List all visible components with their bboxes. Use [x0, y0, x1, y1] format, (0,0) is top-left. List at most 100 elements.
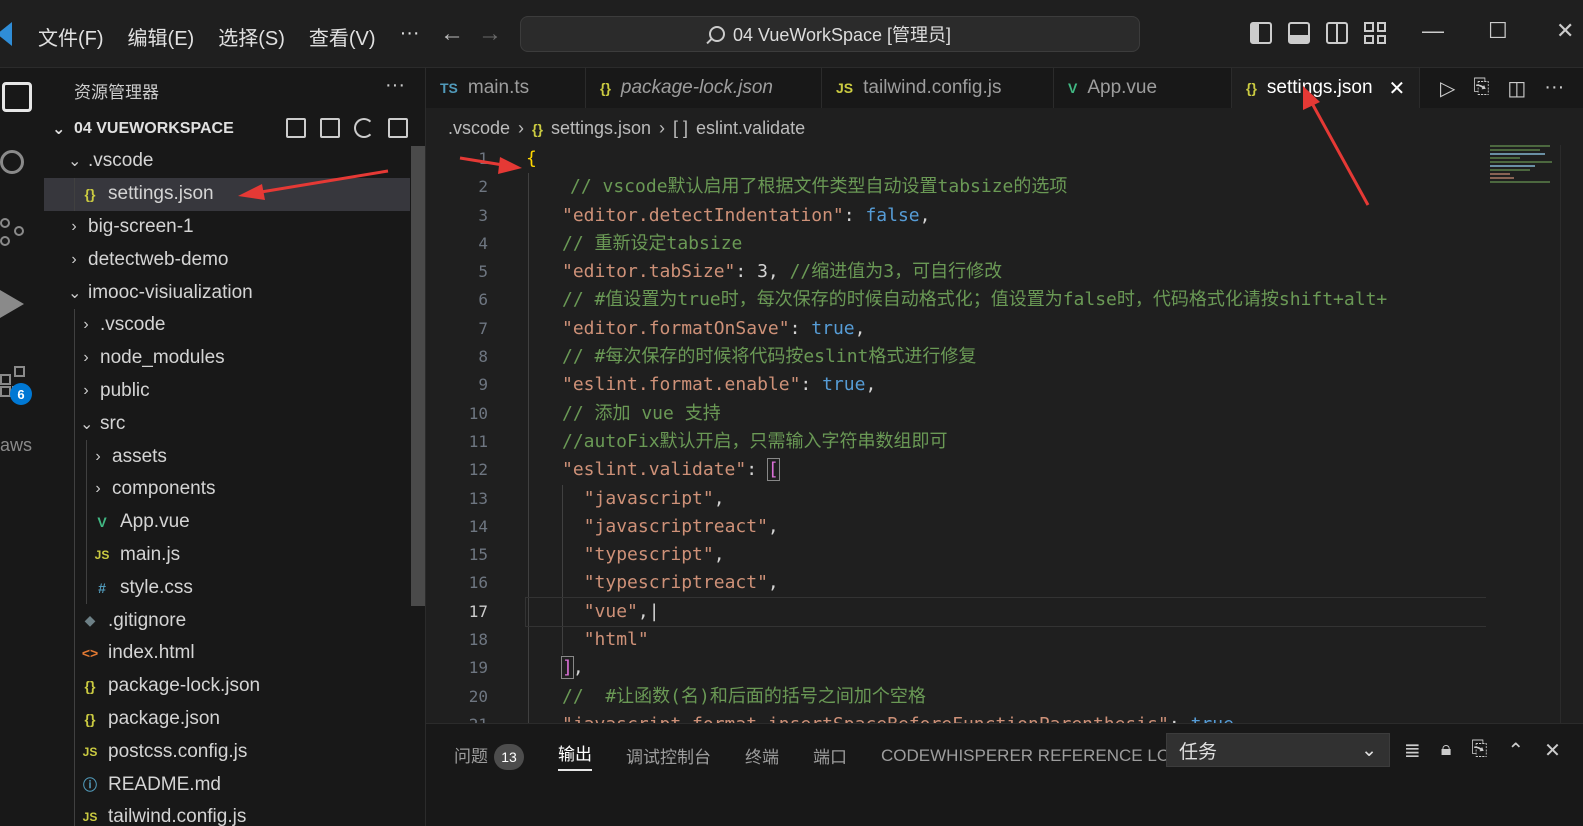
- tree-item[interactable]: › big-screen-1: [44, 211, 410, 244]
- tree-item[interactable]: {} package.json: [44, 702, 410, 736]
- open-changes-icon[interactable]: ⎘: [1473, 76, 1489, 101]
- close-window-button[interactable]: ✕: [1556, 18, 1574, 44]
- code-line[interactable]: "javascript",: [526, 485, 1486, 513]
- code-line[interactable]: // 重新设定tabsize: [526, 230, 1486, 258]
- new-folder-icon[interactable]: [320, 118, 340, 138]
- editor-tab[interactable]: TS main.ts: [426, 68, 586, 108]
- tab-terminal[interactable]: 终端: [745, 743, 779, 768]
- explorer-more-button[interactable]: ···: [385, 74, 405, 97]
- tab-codewhisperer-log[interactable]: CODEWHISPERER REFERENCE LOG: [881, 746, 1183, 766]
- code-line[interactable]: "javascriptreact",: [526, 513, 1486, 541]
- toggle-secondary-sidebar-icon[interactable]: [1326, 22, 1348, 44]
- editor-tab[interactable]: JS tailwind.config.js: [822, 68, 1054, 108]
- code-line[interactable]: "editor.formatOnSave": true,: [526, 315, 1486, 343]
- close-tab-icon[interactable]: ✕: [1389, 76, 1406, 101]
- tree-item[interactable]: ◆ .gitignore: [44, 604, 410, 637]
- tree-item[interactable]: JS tailwind.config.js: [44, 800, 410, 826]
- tab-problems[interactable]: 问题 13: [454, 742, 524, 770]
- tree-item[interactable]: <> index.html: [44, 636, 410, 670]
- tree-item[interactable]: {} settings.json: [44, 177, 410, 211]
- code-line[interactable]: "typescriptreact",: [526, 569, 1486, 597]
- command-center[interactable]: 04 VueWorkSpace [管理员]: [520, 16, 1140, 52]
- split-editor-icon[interactable]: ◫: [1507, 76, 1526, 101]
- collapse-all-icon[interactable]: [388, 118, 408, 138]
- more-actions-icon[interactable]: ···: [1544, 76, 1564, 101]
- tree-item[interactable]: › assets: [44, 440, 410, 473]
- code-line[interactable]: {: [526, 145, 1486, 173]
- files-icon[interactable]: [2, 82, 32, 112]
- code-line[interactable]: // 添加 vue 支持: [526, 400, 1486, 428]
- code-line[interactable]: // #让函数(名)和后面的括号之间加个空格: [526, 683, 1486, 711]
- menu-selection[interactable]: 选择(S): [218, 22, 285, 51]
- code-content[interactable]: {// vscode默认启用了根据文件类型自动设置tabsize的选项 "edit…: [525, 145, 1486, 723]
- clear-output-icon[interactable]: ≣: [1404, 738, 1421, 763]
- menu-file[interactable]: 文件(F): [38, 22, 104, 51]
- tree-item[interactable]: JS main.js: [44, 538, 410, 572]
- new-file-icon[interactable]: [286, 118, 306, 138]
- source-control-icon[interactable]: [0, 218, 30, 248]
- toggle-panel-icon[interactable]: [1288, 22, 1310, 44]
- minimize-button[interactable]: —: [1422, 18, 1444, 44]
- tree-item[interactable]: ⓘ README.md: [44, 768, 410, 801]
- code-line[interactable]: "typescript",: [526, 541, 1486, 569]
- close-panel-icon[interactable]: ✕: [1544, 738, 1561, 763]
- editor-tab[interactable]: {} settings.json ✕: [1232, 68, 1421, 108]
- tab-output[interactable]: 输出: [558, 740, 592, 771]
- tab-ports[interactable]: 端口: [813, 743, 847, 768]
- tree-item[interactable]: › .vscode: [44, 308, 410, 342]
- tree-item[interactable]: › node_modules: [44, 341, 410, 375]
- toggle-primary-sidebar-icon[interactable]: [1250, 22, 1272, 44]
- code-line[interactable]: "vue",|: [525, 596, 1486, 628]
- tree-item[interactable]: {} package-lock.json: [44, 669, 410, 703]
- open-in-editor-icon[interactable]: ⎘: [1471, 738, 1487, 763]
- tree-item[interactable]: › components: [44, 472, 410, 506]
- tab-debug-console[interactable]: 调试控制台: [626, 743, 711, 768]
- breadcrumb-folder[interactable]: .vscode: [448, 118, 510, 139]
- customize-layout-icon[interactable]: [1364, 22, 1386, 44]
- run-debug-icon[interactable]: [0, 290, 24, 318]
- arrow-left-icon[interactable]: ←: [440, 20, 464, 48]
- code-editor[interactable]: 123456789101112131415161718192021 {// vs…: [426, 145, 1486, 723]
- minimap[interactable]: [1490, 145, 1560, 205]
- run-icon[interactable]: ▷: [1440, 76, 1455, 101]
- code-line[interactable]: "editor.detectIndentation": false,: [526, 202, 1486, 230]
- tree-item-label: package.json: [108, 707, 220, 729]
- code-line[interactable]: "eslint.format.enable": true,: [526, 371, 1486, 399]
- refresh-icon[interactable]: [354, 118, 374, 138]
- editor-tab[interactable]: V App.vue: [1054, 68, 1232, 108]
- menu-edit[interactable]: 编辑(E): [128, 22, 195, 51]
- menu-more[interactable]: ···: [400, 22, 420, 51]
- tree-item[interactable]: V App.vue: [44, 505, 410, 539]
- menu-view[interactable]: 查看(V): [309, 22, 376, 51]
- arrow-right-icon[interactable]: →: [478, 20, 502, 48]
- aws-icon[interactable]: aws: [0, 435, 32, 456]
- code-line[interactable]: "html": [526, 626, 1486, 654]
- tree-item[interactable]: # style.css: [44, 571, 410, 605]
- code-line[interactable]: // #值设置为true时，每次保存的时候自动格式化；值设置为false时，代码…: [526, 286, 1486, 314]
- tree-indent-guide: [74, 472, 75, 506]
- code-line[interactable]: // vscode默认启用了根据文件类型自动设置tabsize的选项: [526, 173, 1486, 201]
- sidebar-scrollbar[interactable]: [411, 146, 425, 606]
- editor-tab[interactable]: {} package-lock.json: [586, 68, 822, 108]
- code-line[interactable]: "editor.tabSize": 3, //缩进值为3，可自行修改: [526, 258, 1486, 286]
- tree-item[interactable]: ⌄ src: [44, 407, 410, 441]
- maximize-panel-icon[interactable]: ⌃: [1507, 738, 1524, 763]
- code-token: [: [766, 458, 780, 482]
- code-line[interactable]: // #每次保存的时候将代码按eslint格式进行修复: [526, 343, 1486, 371]
- breadcrumb-symbol[interactable]: eslint.validate: [696, 118, 805, 139]
- maximize-button[interactable]: ☐: [1488, 18, 1508, 44]
- tree-item[interactable]: ⌄ imooc-visiualization: [44, 276, 410, 309]
- tree-item[interactable]: ⌄ .vscode: [44, 145, 410, 178]
- code-line[interactable]: "javascript.format.insertSpaceBeforeFunc…: [526, 711, 1486, 723]
- code-line[interactable]: //autoFix默认开启，只需输入字符串数组即可: [526, 428, 1486, 456]
- lock-icon[interactable]: 🔒︎: [1441, 738, 1452, 763]
- tree-item[interactable]: › detectweb-demo: [44, 243, 410, 276]
- output-channel-select[interactable]: 任务 ⌄: [1166, 733, 1390, 767]
- code-line[interactable]: ],: [526, 654, 1486, 682]
- editor-scrollbar[interactable]: [1560, 145, 1583, 723]
- tree-item[interactable]: JS postcss.config.js: [44, 735, 410, 769]
- code-line[interactable]: "eslint.validate": [: [526, 456, 1486, 484]
- search-icon[interactable]: [0, 150, 24, 174]
- tree-item[interactable]: › public: [44, 374, 410, 408]
- breadcrumb-file[interactable]: settings.json: [551, 118, 651, 139]
